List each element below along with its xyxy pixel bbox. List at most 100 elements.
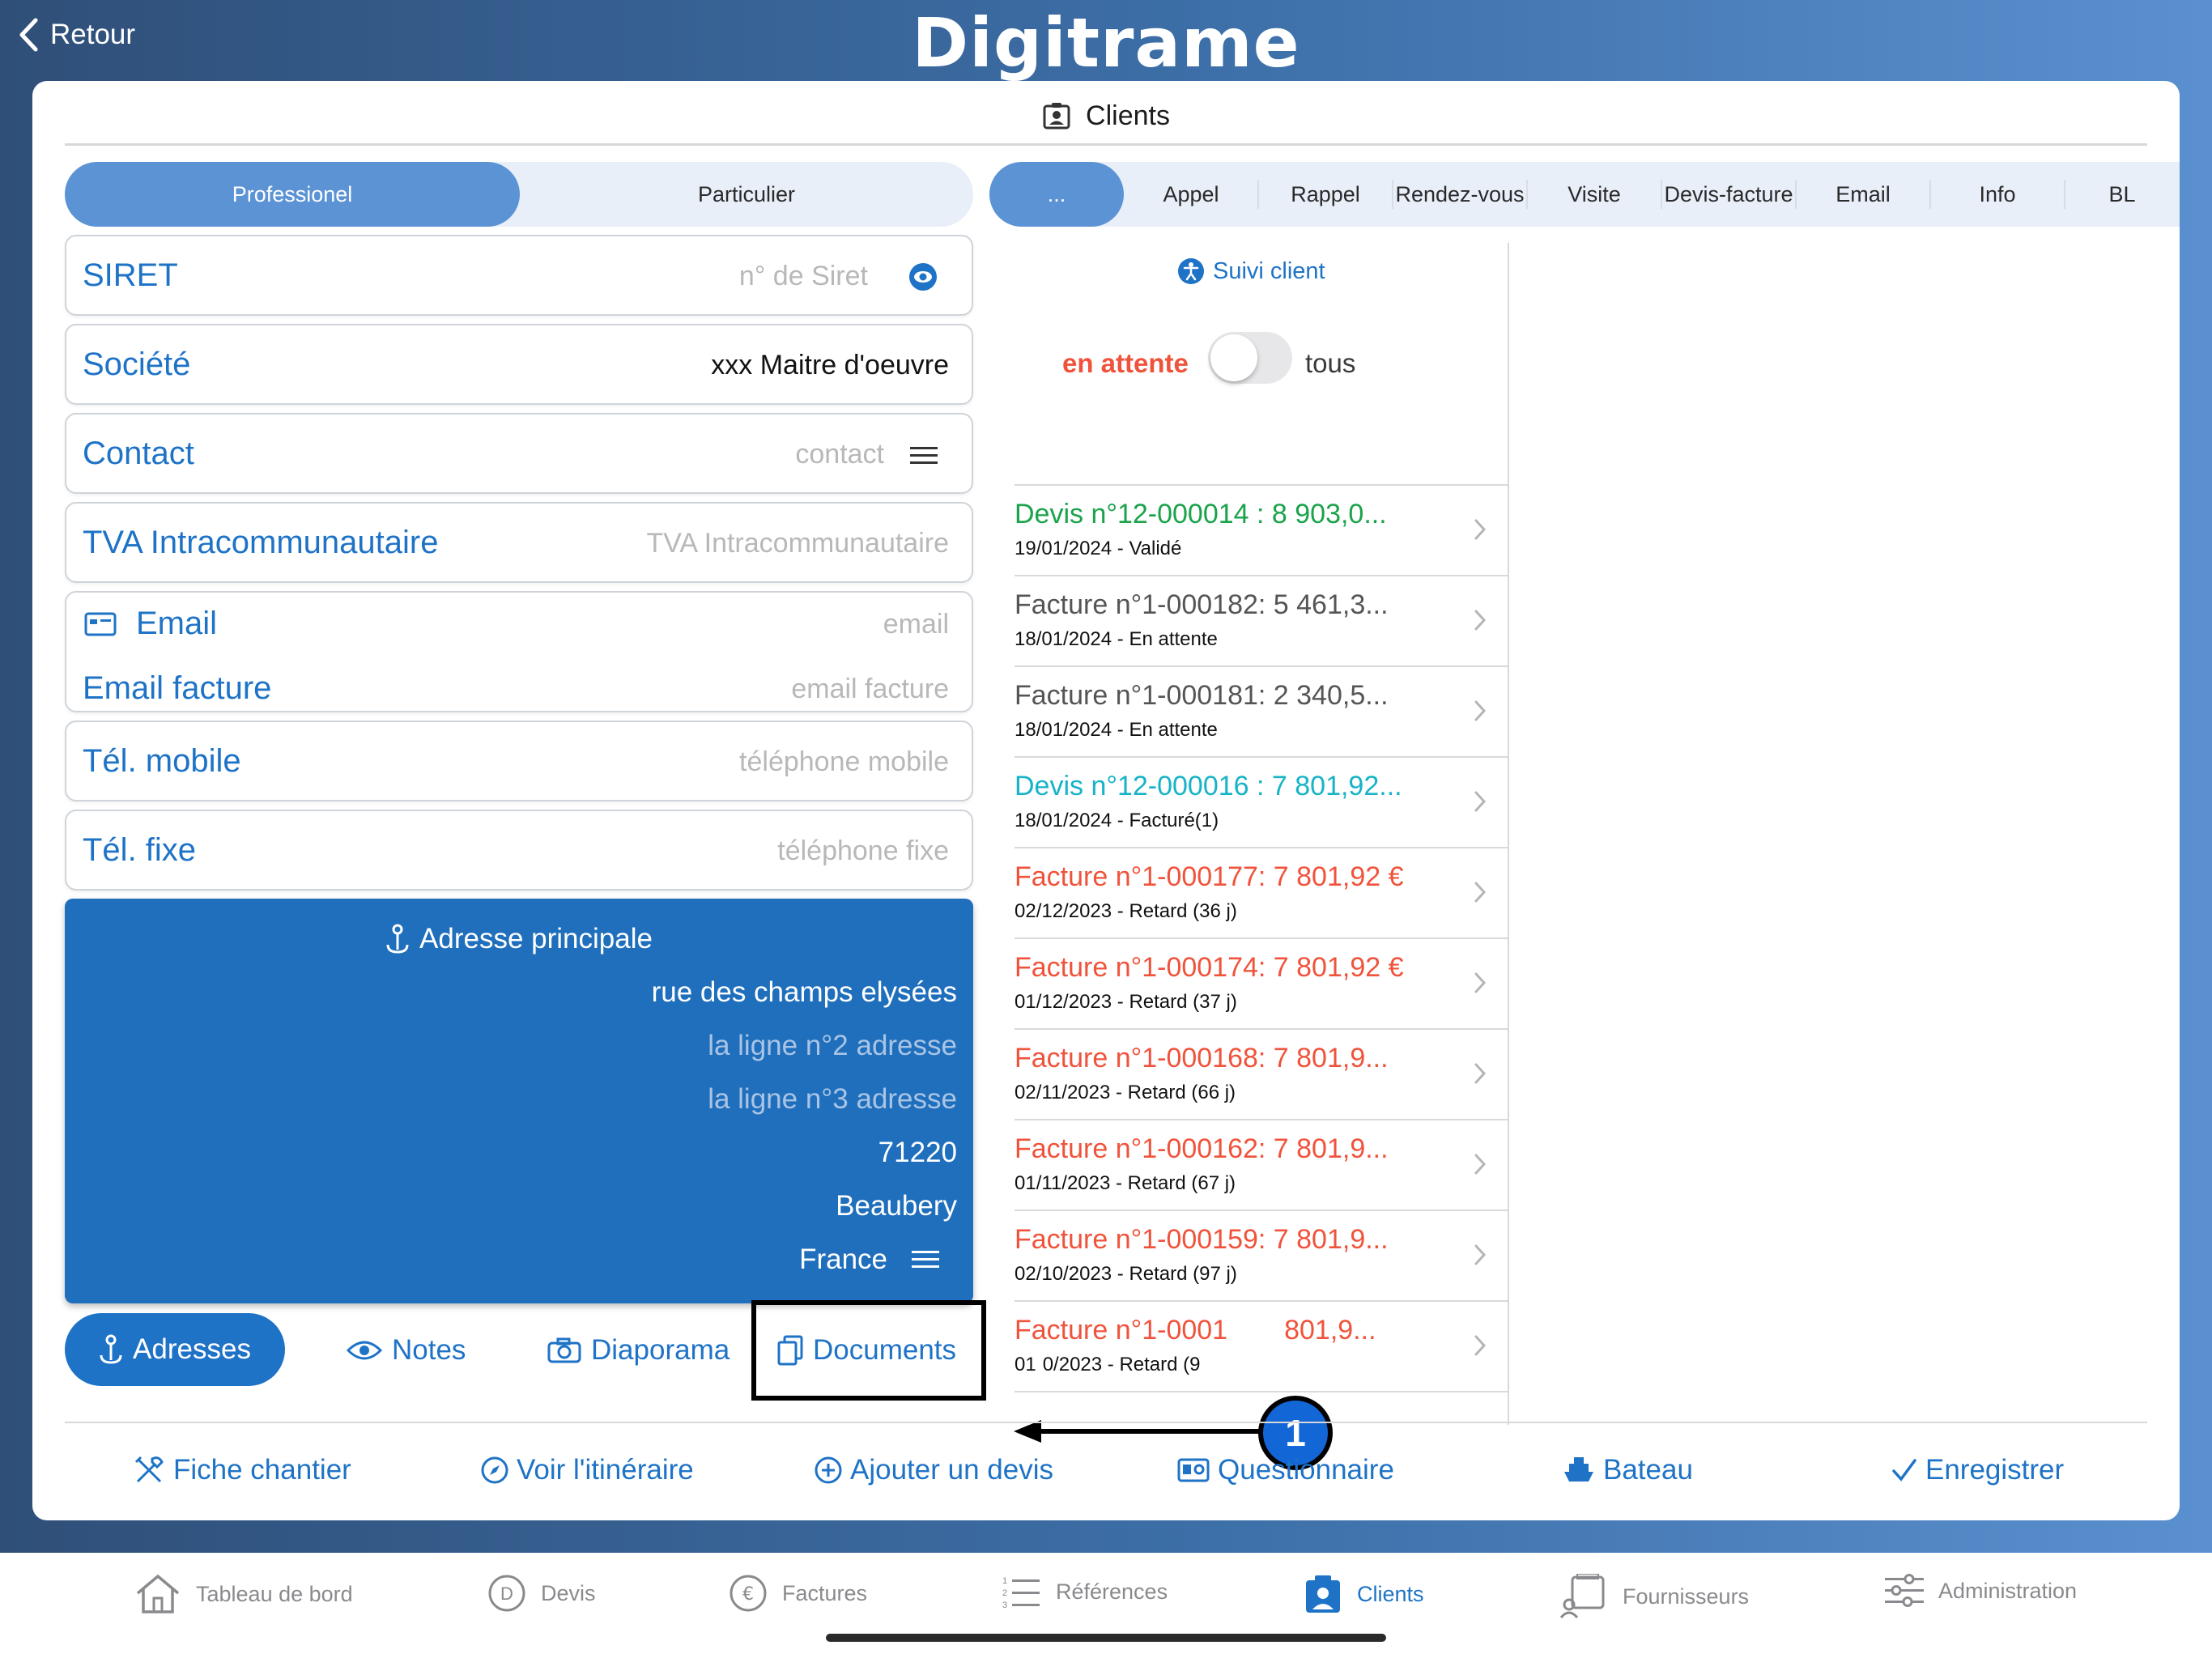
chevron-right-icon bbox=[1474, 700, 1487, 721]
menu-icon[interactable] bbox=[910, 447, 938, 469]
document-subtitle-text: 01/12/2023 - Retard (37 j) bbox=[1015, 991, 1237, 1013]
document-subtitle-text: 02/11/2023 - Retard (66 j) bbox=[1015, 1082, 1236, 1103]
document-row[interactable]: Facture n°1-000177: 7 801,92 € 02/12/2023… bbox=[1015, 848, 1508, 939]
tab-devis-facture[interactable]: Devis-facture bbox=[1661, 162, 1796, 227]
tab-clients-label: Clients bbox=[1357, 1581, 1424, 1606]
suivi-client-button[interactable]: Suivi client bbox=[1177, 257, 1325, 285]
enregistrer-button[interactable]: Enregistrer bbox=[1891, 1454, 2064, 1486]
suivi-client-label: Suivi client bbox=[1213, 257, 1325, 284]
document-title: Facture n°1-000159: 7 801,9... bbox=[1015, 1224, 1389, 1256]
email-facture-input[interactable]: email facture bbox=[791, 674, 949, 705]
document-row[interactable]: Facture n°1-000182: 5 461,3... 18/01/2024… bbox=[1015, 576, 1508, 667]
compass-icon bbox=[481, 1456, 508, 1484]
document-subtitle: 01/11/2023 - Retard (67 j) bbox=[1015, 1172, 1236, 1195]
bateau-button[interactable]: Bateau bbox=[1563, 1454, 1693, 1486]
document-row[interactable]: Facture n°1-000159: 7 801,9... 02/10/2023… bbox=[1015, 1211, 1508, 1302]
document-title-text: Facture n°1-000182: 5 461,3... bbox=[1015, 589, 1389, 620]
tva-input[interactable]: TVA Intracommunautaire bbox=[646, 528, 949, 559]
tab-diaporama[interactable]: Diaporama bbox=[547, 1334, 730, 1367]
tab-clients[interactable]: Clients bbox=[1304, 1574, 1424, 1614]
tel-mobile-input[interactable]: téléphone mobile bbox=[739, 746, 949, 778]
address-title-text: Adresse principale bbox=[419, 923, 653, 954]
tab-rappel[interactable]: Rappel bbox=[1258, 162, 1393, 227]
societe-field[interactable]: Société xxx Maitre d'oeuvre bbox=[65, 324, 973, 405]
fiche-chantier-button[interactable]: Fiche chantier bbox=[133, 1454, 351, 1486]
document-row[interactable]: Devis n°12-000016 : 7 801,92... 18/01/202… bbox=[1015, 758, 1508, 848]
tel-mobile-field[interactable]: Tél. mobile téléphone mobile bbox=[65, 721, 973, 801]
email-input[interactable]: email bbox=[883, 609, 949, 640]
contact-field[interactable]: Contact contact bbox=[65, 413, 973, 494]
tab-fournisseurs-label: Fournisseurs bbox=[1623, 1584, 1750, 1609]
ship-icon bbox=[1564, 1457, 1593, 1482]
tab-info[interactable]: Info bbox=[1930, 162, 2065, 227]
tab-visite[interactable]: Visite bbox=[1527, 162, 1661, 227]
tab-adresses[interactable]: Adresses bbox=[65, 1313, 285, 1386]
document-subtitle: 01/12/2023 - Retard (37 j) bbox=[1015, 991, 1237, 1014]
menu-icon[interactable] bbox=[912, 1251, 939, 1269]
app-logo: Digitrame bbox=[912, 3, 1300, 83]
address-card[interactable]: Adresse principale rue des champs elysée… bbox=[65, 899, 973, 1303]
document-title: Facture n°1-000177: 7 801,92 € bbox=[1015, 861, 1404, 893]
chevron-right-icon bbox=[1474, 1335, 1487, 1356]
chevron-right-icon bbox=[1474, 882, 1487, 903]
tab-references[interactable]: 1 2 3 Références bbox=[1001, 1574, 1168, 1609]
tab-rendez-vous[interactable]: Rendez-vous bbox=[1393, 162, 1527, 227]
tab-administration[interactable]: Administration bbox=[1885, 1574, 2077, 1608]
segment-particulier[interactable]: Particulier bbox=[520, 162, 973, 227]
tab-tableau-de-bord[interactable]: Tableau de bord bbox=[134, 1574, 353, 1614]
top-bar: Retour Digitrame bbox=[0, 0, 2212, 83]
id-card-icon bbox=[1177, 1458, 1210, 1482]
document-row[interactable]: Facture n°1-0001 801,9... 01 0/2023 - Retar… bbox=[1015, 1302, 1508, 1392]
societe-input[interactable]: xxx Maitre d'oeuvre bbox=[711, 350, 949, 381]
voir-itineraire-button[interactable]: Voir l'itinéraire bbox=[481, 1454, 694, 1486]
tab-appel[interactable]: Appel bbox=[1124, 162, 1258, 227]
tab-more[interactable]: ... bbox=[989, 162, 1124, 227]
plus-circle-icon bbox=[815, 1456, 842, 1484]
tab-notes-label: Notes bbox=[392, 1334, 466, 1366]
tel-mobile-label: Tél. mobile bbox=[83, 743, 241, 779]
document-row[interactable]: Facture n°1-000174: 7 801,92 € 01/12/2023… bbox=[1015, 939, 1508, 1030]
tab-email[interactable]: Email bbox=[1796, 162, 1930, 227]
toggle-knob bbox=[1210, 334, 1257, 381]
contact-label: Contact bbox=[83, 436, 194, 471]
document-row[interactable]: Facture n°1-000162: 7 801,9... 01/11/2023… bbox=[1015, 1120, 1508, 1211]
email-facture-label: Email facture bbox=[83, 670, 272, 706]
filter-toggle[interactable] bbox=[1208, 332, 1292, 384]
segment-professionel[interactable]: Professionel bbox=[65, 162, 520, 227]
email-label: Email bbox=[136, 606, 218, 641]
svg-text:3: 3 bbox=[1002, 1601, 1007, 1609]
client-card: Clients Professionel Particulier SIRET n… bbox=[32, 81, 2180, 1520]
tel-fixe-input[interactable]: téléphone fixe bbox=[777, 835, 949, 867]
tab-notes[interactable]: Notes bbox=[347, 1334, 466, 1367]
chevron-right-icon bbox=[1474, 610, 1487, 631]
document-subtitle-text: 18/01/2024 - En attente bbox=[1015, 628, 1218, 650]
tab-fournisseurs[interactable]: Fournisseurs bbox=[1559, 1574, 1749, 1619]
contact-input[interactable]: contact bbox=[795, 439, 884, 470]
eye-icon[interactable] bbox=[908, 262, 938, 295]
enregistrer-label: Enregistrer bbox=[1925, 1454, 2065, 1486]
tab-diaporama-label: Diaporama bbox=[591, 1334, 730, 1366]
document-row[interactable]: Facture n°1-000181: 2 340,5... 18/01/2024… bbox=[1015, 667, 1508, 758]
questionnaire-button[interactable]: Questionnaire bbox=[1177, 1454, 1394, 1486]
document-title-text: Facture n°1-0001 bbox=[1015, 1315, 1228, 1346]
siret-input[interactable]: n° de Siret bbox=[739, 261, 868, 292]
tab-factures[interactable]: € Factures bbox=[729, 1574, 867, 1613]
document-title-text: Facture n°1-000168: 7 801,9... bbox=[1015, 1043, 1389, 1073]
tab-devis[interactable]: D Devis bbox=[487, 1574, 596, 1613]
siret-field[interactable]: SIRET n° de Siret bbox=[65, 235, 973, 316]
address-country: France bbox=[799, 1244, 887, 1275]
tva-field[interactable]: TVA Intracommunautaire TVA Intracommunau… bbox=[65, 502, 973, 583]
tab-bl[interactable]: BL bbox=[2065, 162, 2180, 227]
devis-d-icon: D bbox=[488, 1575, 525, 1612]
document-row[interactable]: Devis n°12-000014 : 8 903,0... 19/01/2024… bbox=[1015, 486, 1508, 576]
svg-text:1: 1 bbox=[1002, 1576, 1007, 1586]
client-type-segmented: Professionel Particulier bbox=[65, 162, 973, 227]
tel-fixe-field[interactable]: Tél. fixe téléphone fixe bbox=[65, 810, 973, 891]
document-subtitle: 18/01/2024 - Facturé(1) bbox=[1015, 810, 1219, 832]
document-title-text: Facture n°1-000181: 2 340,5... bbox=[1015, 680, 1389, 711]
anchor-pin-icon bbox=[100, 1334, 122, 1364]
ajouter-devis-button[interactable]: Ajouter un devis bbox=[815, 1454, 1053, 1486]
activity-tabs: ... Appel Rappel Rendez-vous Visite Devi… bbox=[989, 162, 2180, 227]
home-indicator bbox=[826, 1634, 1386, 1642]
document-row[interactable]: Facture n°1-000168: 7 801,9... 02/11/2023… bbox=[1015, 1030, 1508, 1120]
